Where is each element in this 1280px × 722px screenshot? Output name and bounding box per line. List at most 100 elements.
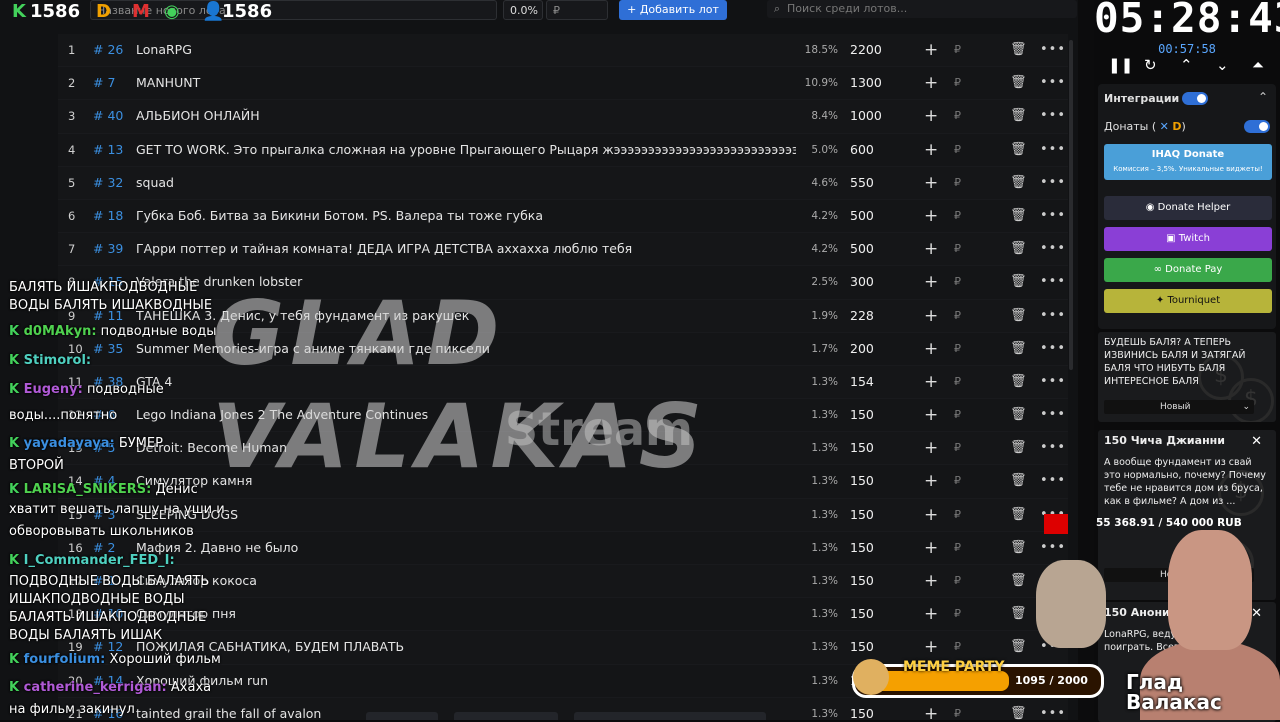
- add-lot-button[interactable]: + Добавить лот: [619, 0, 727, 20]
- chat-username[interactable]: fourfolium:: [24, 652, 106, 667]
- tourniquet-button[interactable]: ✦ Tourniquet: [1104, 289, 1272, 313]
- add-amount-icon[interactable]: +: [924, 134, 938, 166]
- list-scrollbar[interactable]: [1069, 40, 1073, 370]
- add-amount-icon[interactable]: +: [924, 432, 938, 464]
- collapse-arrow-icon[interactable]: ⌃: [1258, 90, 1268, 104]
- add-amount-icon[interactable]: +: [924, 266, 938, 298]
- status-select[interactable]: Новый ⌄: [1104, 400, 1254, 414]
- trash-icon[interactable]: 🗑: [1010, 432, 1027, 464]
- lot-amount[interactable]: 600: [850, 134, 874, 166]
- more-icon[interactable]: •••: [1040, 532, 1066, 564]
- chat-username[interactable]: catherine_kerrigan:: [24, 680, 167, 695]
- trash-icon[interactable]: 🗑: [1010, 100, 1027, 132]
- lot-id[interactable]: # 13: [93, 134, 123, 166]
- close-icon[interactable]: ✕: [1251, 606, 1262, 621]
- trash-icon[interactable]: 🗑: [1010, 333, 1027, 365]
- lot-amount[interactable]: 550: [850, 167, 874, 199]
- lot-amount[interactable]: 150: [850, 698, 874, 720]
- more-icon[interactable]: •••: [1040, 34, 1066, 66]
- lot-name[interactable]: MANHUNT: [136, 67, 796, 99]
- trash-icon[interactable]: 🗑: [1010, 200, 1027, 232]
- chat-username[interactable]: yayadayaya:: [24, 436, 115, 451]
- add-amount-icon[interactable]: +: [924, 499, 938, 531]
- lot-amount[interactable]: 150: [850, 499, 874, 531]
- trash-icon[interactable]: 🗑: [1010, 465, 1027, 497]
- chat-username[interactable]: d0MAkyn:: [24, 324, 97, 339]
- add-amount-icon[interactable]: +: [924, 200, 938, 232]
- lot-id[interactable]: # 7: [93, 67, 115, 99]
- trash-icon[interactable]: 🗑: [1010, 67, 1027, 99]
- more-icon[interactable]: •••: [1040, 266, 1066, 298]
- add-amount-icon[interactable]: +: [924, 532, 938, 564]
- lot-amount[interactable]: 2200: [850, 34, 882, 66]
- add-amount-icon[interactable]: +: [924, 233, 938, 265]
- lot-amount[interactable]: 150: [850, 465, 874, 497]
- add-amount-icon[interactable]: +: [924, 167, 938, 199]
- more-icon[interactable]: •••: [1040, 67, 1066, 99]
- lot-amount[interactable]: 150: [850, 399, 874, 431]
- more-icon[interactable]: •••: [1040, 167, 1066, 199]
- add-amount-icon[interactable]: +: [924, 366, 938, 398]
- lot-amount[interactable]: 150: [850, 565, 874, 597]
- close-icon[interactable]: ✕: [1251, 434, 1262, 449]
- percent-field[interactable]: 0.0%: [503, 0, 543, 20]
- lot-amount[interactable]: 500: [850, 233, 874, 265]
- add-amount-icon[interactable]: +: [924, 598, 938, 630]
- lot-row[interactable]: 5 # 32 squad 4.6% 550 + ₽ 🗑 •••: [58, 166, 1068, 200]
- trash-icon[interactable]: 🗑: [1010, 399, 1027, 431]
- more-icon[interactable]: •••: [1040, 300, 1066, 332]
- lot-amount[interactable]: 500: [850, 200, 874, 232]
- trash-icon[interactable]: 🗑: [1010, 698, 1027, 720]
- trash-icon[interactable]: 🗑: [1010, 34, 1027, 66]
- more-icon[interactable]: •••: [1040, 200, 1066, 232]
- lot-name[interactable]: LonaRPG: [136, 34, 796, 66]
- lot-row[interactable]: 7 # 39 ГАрри поттер и тайная комната! ДЕДА…: [58, 233, 1068, 267]
- lot-name[interactable]: АЛЬБИОН ОНЛАЙН: [136, 100, 796, 132]
- lot-row[interactable]: 4 # 13 GET TO WORK. Это прыгалка сложная н…: [58, 133, 1068, 167]
- amount-input[interactable]: ₽: [546, 0, 608, 20]
- more-icon[interactable]: •••: [1040, 100, 1066, 132]
- more-icon[interactable]: •••: [1040, 432, 1066, 464]
- more-icon[interactable]: •••: [1040, 698, 1066, 720]
- lot-id[interactable]: # 18: [93, 200, 123, 232]
- lot-amount[interactable]: 150: [850, 432, 874, 464]
- lot-amount[interactable]: 228: [850, 300, 874, 332]
- trash-icon[interactable]: 🗑: [1010, 532, 1027, 564]
- add-amount-icon[interactable]: +: [924, 565, 938, 597]
- lot-amount[interactable]: 1000: [850, 100, 882, 132]
- trash-icon[interactable]: 🗑: [1010, 499, 1027, 531]
- more-icon[interactable]: •••: [1040, 333, 1066, 365]
- trash-icon[interactable]: 🗑: [1010, 233, 1027, 265]
- lot-id[interactable]: # 32: [93, 167, 123, 199]
- add-amount-icon[interactable]: +: [924, 300, 938, 332]
- lot-id[interactable]: # 26: [93, 34, 123, 66]
- search-input[interactable]: ⌕ Поиск среди лотов...: [767, 0, 1077, 18]
- add-amount-icon[interactable]: +: [924, 34, 938, 66]
- lot-name[interactable]: ГАрри поттер и тайная комната! ДЕДА ИГРА…: [136, 233, 796, 265]
- lot-name[interactable]: squad: [136, 167, 796, 199]
- trash-icon[interactable]: 🗑: [1010, 167, 1027, 199]
- lot-amount[interactable]: 150: [850, 532, 874, 564]
- trash-icon[interactable]: 🗑: [1010, 266, 1027, 298]
- add-amount-icon[interactable]: +: [924, 465, 938, 497]
- donate-pay-button[interactable]: ∞ Donate Pay: [1104, 258, 1272, 282]
- collapse-icon[interactable]: ⏶: [1252, 56, 1264, 74]
- bottom-tool-group-3[interactable]: [574, 712, 766, 720]
- lot-row[interactable]: 2 # 7 MANHUNT 10.9% 1300 + ₽ 🗑 •••: [58, 67, 1068, 101]
- add-amount-icon[interactable]: +: [924, 67, 938, 99]
- chat-username[interactable]: Stimorol:: [24, 353, 92, 368]
- trash-icon[interactable]: 🗑: [1010, 134, 1027, 166]
- lot-name[interactable]: Губка Боб. Битва за Бикини Ботом. PS. Ва…: [136, 200, 796, 232]
- lot-row[interactable]: 6 # 18 Губка Боб. Битва за Бикини Ботом. P…: [58, 199, 1068, 234]
- more-icon[interactable]: •••: [1040, 465, 1066, 497]
- donate-helper-button[interactable]: ◉ Donate Helper: [1104, 196, 1272, 220]
- more-icon[interactable]: •••: [1040, 399, 1066, 431]
- more-icon[interactable]: •••: [1040, 366, 1066, 398]
- integrations-toggle[interactable]: [1182, 92, 1208, 105]
- chat-username[interactable]: LARISA_SNIKERS:: [24, 482, 152, 497]
- add-amount-icon[interactable]: +: [924, 698, 938, 720]
- ihaq-donate-button[interactable]: IHAQ Donate Комиссия – 3,5%. Уникальные …: [1104, 144, 1272, 180]
- chevron-down-icon[interactable]: ⌄: [1216, 56, 1229, 74]
- lot-amount[interactable]: 1300: [850, 67, 882, 99]
- donations-toggle[interactable]: [1244, 120, 1270, 133]
